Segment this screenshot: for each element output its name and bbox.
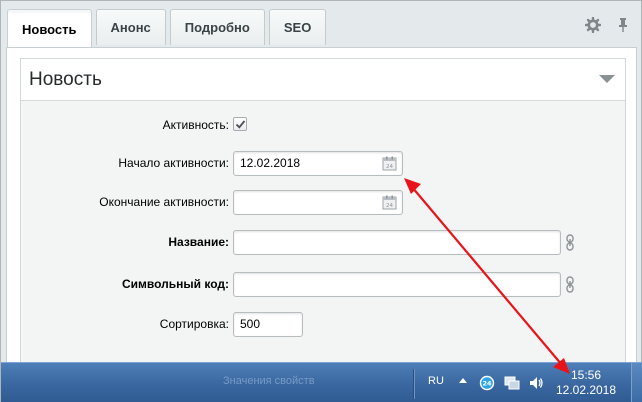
- start-date-input[interactable]: 12.02.2018 24: [233, 151, 403, 176]
- bitrix24-icon[interactable]: 24: [479, 375, 495, 391]
- volume-icon[interactable]: [528, 375, 544, 391]
- row-code: Символьный код:: [21, 272, 627, 298]
- sort-label: Сортировка:: [159, 317, 229, 331]
- sort-input[interactable]: 500: [233, 312, 303, 337]
- row-start: Начало активности: 12.02.2018 24: [21, 151, 627, 177]
- language-indicator[interactable]: RU: [428, 375, 444, 387]
- row-sort: Сортировка: 500: [21, 312, 627, 338]
- active-label: Активность:: [162, 118, 229, 132]
- pin-icon[interactable]: [615, 17, 631, 33]
- chevron-up-icon[interactable]: [459, 378, 467, 383]
- section-header[interactable]: Новость: [20, 58, 626, 100]
- link-icon[interactable]: [566, 276, 574, 293]
- end-label: Окончание активности:: [99, 195, 229, 209]
- tab-announce[interactable]: Анонс: [95, 9, 166, 45]
- tab-news[interactable]: Новость: [7, 9, 92, 48]
- svg-text:24: 24: [386, 203, 393, 209]
- network-icon[interactable]: [504, 375, 520, 391]
- calendar-icon[interactable]: 24: [382, 156, 397, 171]
- checkmark-icon: [235, 120, 246, 129]
- name-input[interactable]: [233, 230, 561, 255]
- tab-seo[interactable]: SEO: [268, 9, 327, 45]
- clock-date: 12.02.2018: [555, 383, 617, 397]
- gear-icon[interactable]: [585, 17, 601, 33]
- name-label: Название:: [168, 235, 229, 249]
- end-date-input[interactable]: 24: [233, 190, 403, 215]
- tab-tools: [585, 17, 631, 33]
- start-label: Начало активности:: [118, 156, 229, 170]
- row-active: Активность:: [21, 113, 627, 139]
- taskbar-ghost-text: Значения свойств: [223, 375, 315, 387]
- row-name: Название:: [21, 230, 627, 256]
- sort-value: 500: [240, 317, 261, 331]
- svg-text:24: 24: [482, 380, 492, 388]
- row-end: Окончание активности: 24: [21, 190, 627, 216]
- link-icon[interactable]: [566, 234, 574, 251]
- start-date-value: 12.02.2018: [240, 156, 301, 170]
- tab-bar: Новость Анонс Подробно SEO: [7, 9, 327, 48]
- code-label: Символьный код:: [121, 277, 229, 291]
- show-desktop-button[interactable]: [631, 363, 642, 402]
- tab-details[interactable]: Подробно: [169, 9, 265, 45]
- triangle-down-icon[interactable]: [599, 75, 615, 83]
- tray-separator: [413, 369, 415, 399]
- news-form: Активность: Начало активности: 12.02.201…: [20, 100, 626, 370]
- active-checkbox[interactable]: [233, 117, 247, 131]
- code-input[interactable]: [233, 272, 561, 297]
- svg-text:24: 24: [386, 164, 393, 170]
- calendar-icon[interactable]: 24: [382, 195, 397, 210]
- windows-taskbar: Значения свойств RU 24 15:56 12.02.2018: [1, 362, 642, 402]
- taskbar-clock[interactable]: 15:56 12.02.2018: [553, 368, 619, 398]
- edit-panel: Новость Активность: Начало активности: 1…: [6, 47, 637, 370]
- section-title: Новость: [29, 69, 102, 90]
- clock-time: 15:56: [570, 368, 602, 382]
- admin-window: Новость Анонс Подробно SEO Новость Актив…: [0, 0, 642, 402]
